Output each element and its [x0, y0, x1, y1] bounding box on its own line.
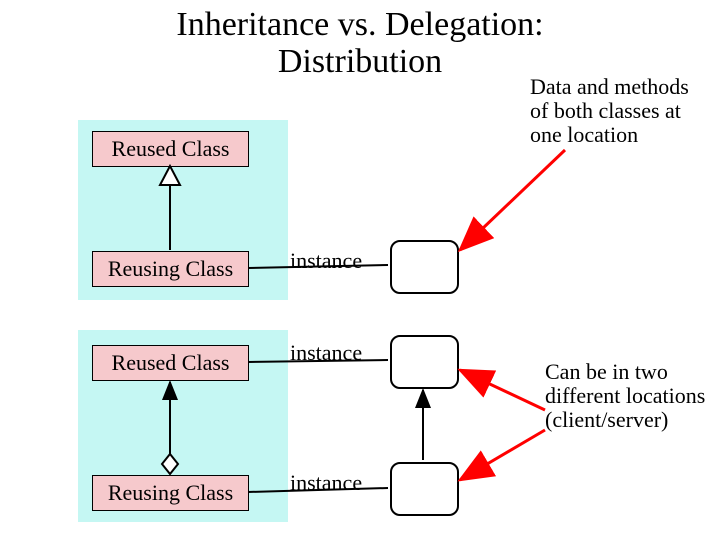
annotation-bottom: Can be in two different locations (clien… — [545, 360, 715, 433]
reusing-class-bottom-label: Reusing Class — [108, 480, 233, 506]
reusing-class-bottom: Reusing Class — [92, 475, 249, 511]
reused-class-top-label: Reused Class — [112, 136, 230, 162]
instance-label-3: instance — [290, 470, 362, 496]
annotation-top-text: Data and methods of both classes at one … — [530, 74, 689, 147]
annotation-top: Data and methods of both classes at one … — [530, 75, 710, 148]
annotation-arrow-top — [460, 150, 565, 250]
reused-class-bottom-label: Reused Class — [112, 350, 230, 376]
reused-class-bottom: Reused Class — [92, 345, 249, 381]
annotation-arrow-bottom-1 — [460, 370, 545, 410]
reusing-class-top-label: Reusing Class — [108, 256, 233, 282]
instance-label-1: instance — [290, 248, 362, 274]
reused-class-top: Reused Class — [92, 131, 249, 167]
instance-object-top — [390, 240, 459, 294]
reusing-class-top: Reusing Class — [92, 251, 249, 287]
instance-object-reused — [390, 335, 459, 389]
annotation-arrow-bottom-2 — [460, 430, 545, 480]
instance-label-2: instance — [290, 340, 362, 366]
diagram-canvas: Reused Class Reusing Class instance Reus… — [0, 0, 720, 540]
instance-object-reusing — [390, 462, 459, 516]
annotation-bottom-text: Can be in two different locations (clien… — [545, 359, 705, 432]
